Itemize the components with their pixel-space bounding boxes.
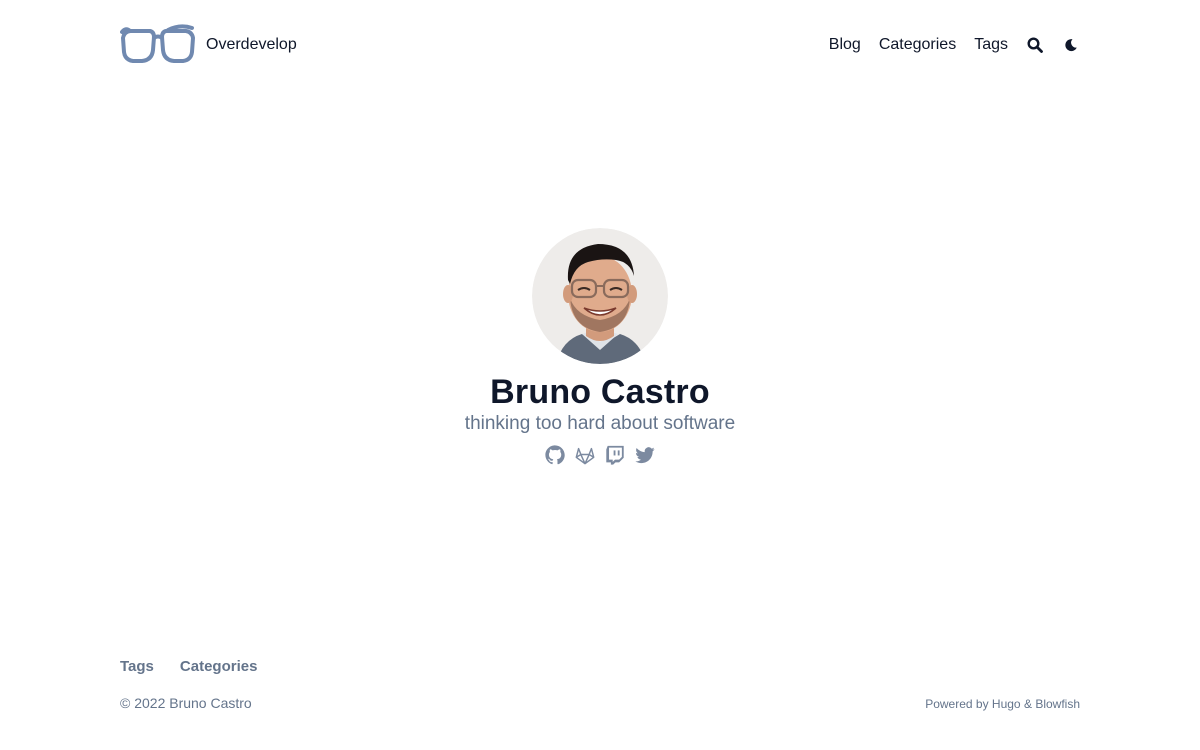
nav-blog[interactable]: Blog [829, 36, 861, 54]
page: Overdevelop Blog Categories Tags Bruno C… [0, 0, 1200, 750]
glasses-logo-icon [120, 24, 195, 63]
nav-tags[interactable]: Tags [974, 36, 1008, 54]
avatar [532, 228, 668, 364]
site-header: Overdevelop Blog Categories Tags [120, 22, 1080, 68]
powered-amp: & [1023, 697, 1032, 711]
nav-categories[interactable]: Categories [879, 36, 956, 54]
footer-tags-link[interactable]: Tags [120, 658, 154, 675]
hugo-link[interactable]: Hugo [992, 697, 1021, 711]
twitch-icon[interactable] [604, 444, 626, 466]
twitter-icon[interactable] [634, 444, 656, 466]
profile-section: Bruno Castro thinking too hard about sof… [0, 228, 1200, 466]
copyright: © 2022 Bruno Castro [120, 695, 252, 711]
home-link[interactable]: Overdevelop [120, 24, 297, 66]
social-links [544, 444, 656, 466]
author-name: Bruno Castro [490, 373, 710, 411]
gitlab-icon[interactable] [574, 444, 596, 466]
github-icon[interactable] [544, 444, 566, 466]
site-name: Overdevelop [206, 36, 297, 53]
powered-prefix: Powered by [925, 697, 989, 711]
footer-categories-link[interactable]: Categories [180, 658, 258, 675]
main-nav: Blog Categories Tags [829, 36, 1080, 54]
blowfish-link[interactable]: Blowfish [1035, 697, 1080, 711]
moon-icon[interactable] [1062, 36, 1080, 54]
author-tagline: thinking too hard about software [464, 413, 736, 434]
search-icon[interactable] [1026, 36, 1044, 54]
powered-by: Powered by Hugo & Blowfish [925, 697, 1080, 711]
footer-nav: Tags Categories [120, 658, 257, 675]
